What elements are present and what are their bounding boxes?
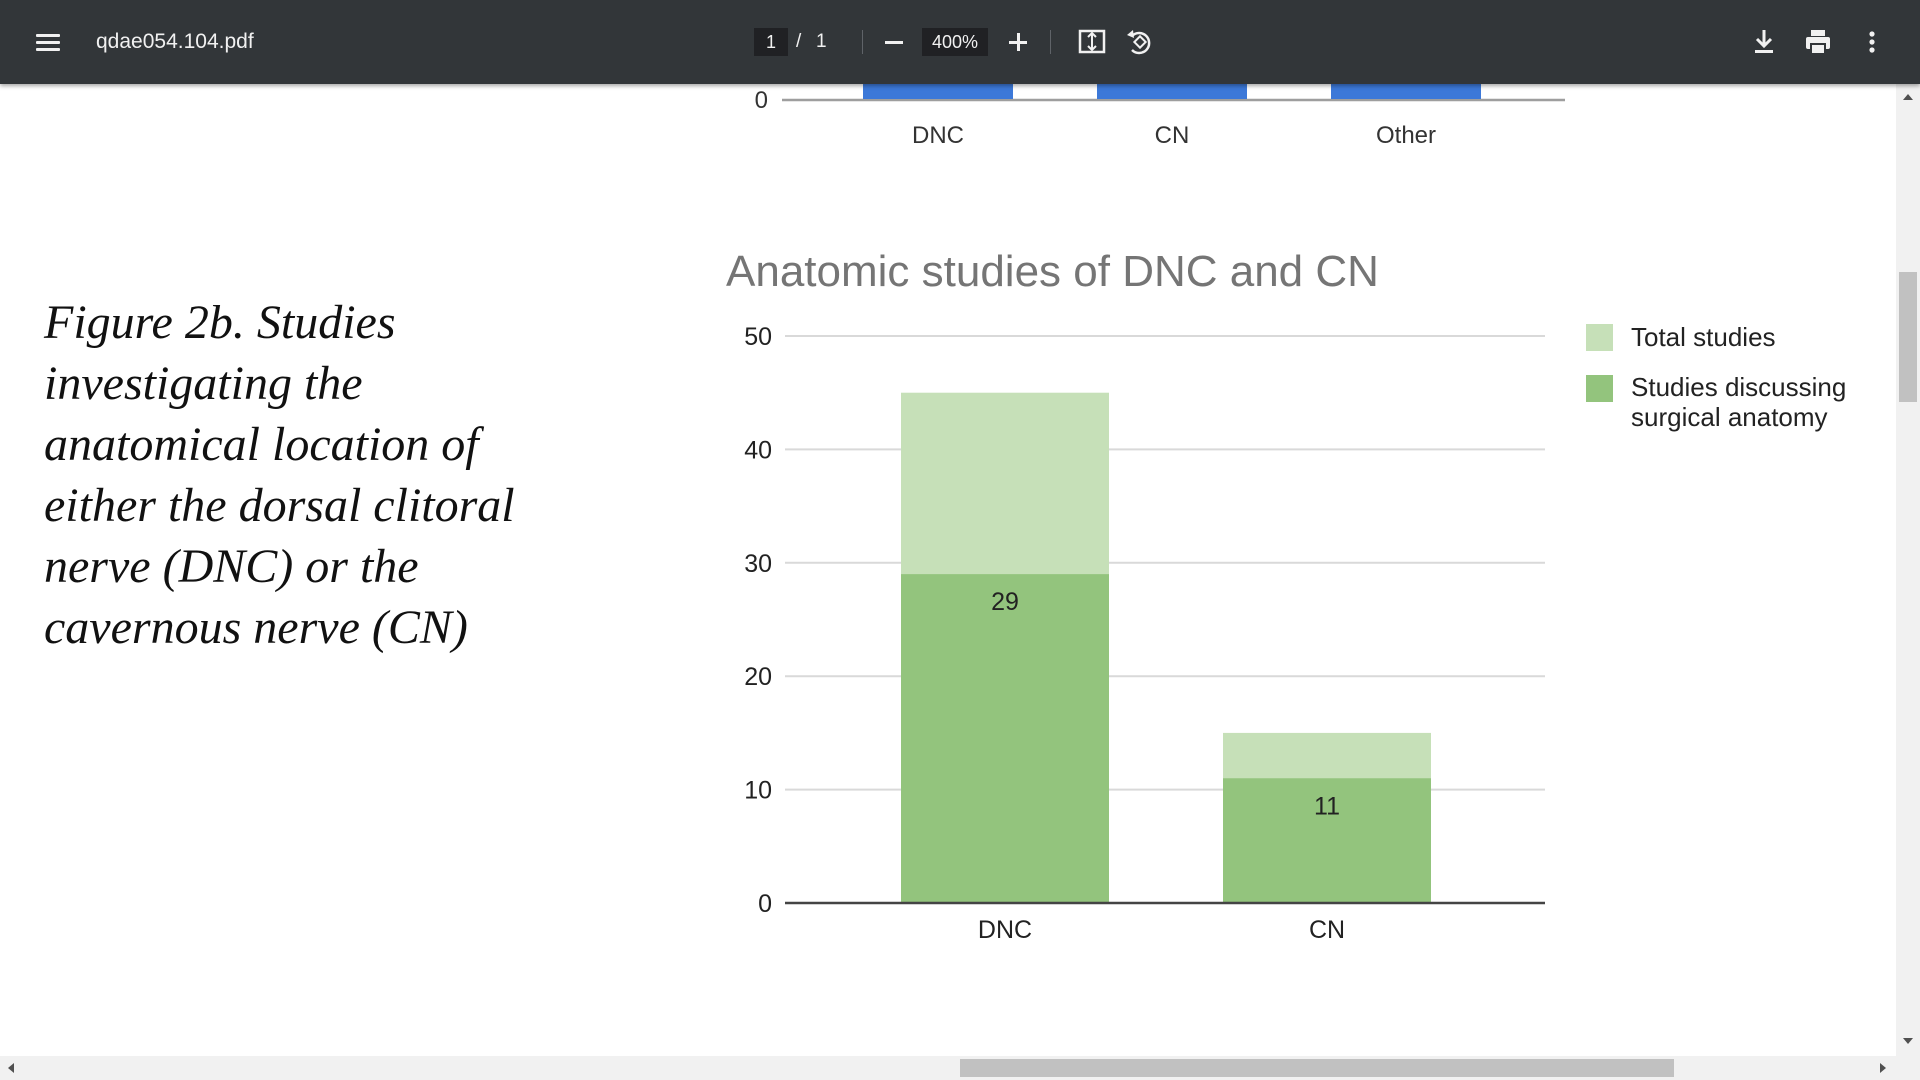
chart-title: Anatomic studies of DNC and CN xyxy=(726,247,1379,296)
prev-chart-bar xyxy=(1331,84,1481,99)
toolbar-divider xyxy=(862,30,863,54)
y-tick-label: 20 xyxy=(744,663,772,691)
prev-chart-x-label: Other xyxy=(1376,122,1436,149)
page-number-input[interactable] xyxy=(754,28,788,56)
scroll-up-icon[interactable] xyxy=(1903,94,1913,100)
legend-label: Total studies xyxy=(1631,322,1776,352)
prev-chart-y-tick: 0 xyxy=(755,87,768,114)
download-icon[interactable] xyxy=(1744,22,1784,62)
fit-to-page-icon[interactable] xyxy=(1072,22,1112,62)
prev-chart-bar xyxy=(1097,84,1247,99)
file-title: qdae054.104.pdf xyxy=(96,30,254,53)
plus-icon[interactable] xyxy=(1000,24,1036,60)
charts-canvas: 0 DNC CN Other Anatomic studies of DNC and C… xyxy=(726,84,1846,944)
y-tick-label: 30 xyxy=(744,550,772,578)
y-tick-label: 40 xyxy=(744,436,772,464)
page-total: 1 xyxy=(816,31,827,52)
prev-chart-x-label: DNC xyxy=(912,122,964,149)
page-separator: / xyxy=(796,31,802,52)
toolbar-divider xyxy=(1050,30,1051,54)
x-tick-label: CN xyxy=(1309,916,1345,944)
bar-data-label: 29 xyxy=(991,588,1019,616)
y-tick-label: 50 xyxy=(744,323,772,351)
bar-surgical-anatomy xyxy=(901,574,1109,903)
scroll-down-icon[interactable] xyxy=(1903,1038,1913,1044)
legend-swatch-total-studies xyxy=(1586,324,1613,351)
prev-chart-x-label: CN xyxy=(1155,122,1190,149)
y-tick-label: 10 xyxy=(744,777,772,805)
pdf-toolbar: qdae054.104.pdf / 1 xyxy=(0,0,1920,84)
prev-chart-bar xyxy=(863,84,1013,99)
x-tick-label: DNC xyxy=(978,916,1032,944)
more-vert-icon[interactable] xyxy=(1852,22,1892,62)
zoom-input[interactable] xyxy=(922,28,988,56)
horizontal-scroll-thumb[interactable] xyxy=(960,1059,1675,1077)
scroll-right-icon[interactable] xyxy=(1880,1063,1886,1073)
vertical-scroll-thumb[interactable] xyxy=(1899,271,1917,403)
legend-label: Studies discussing surgical anatomy xyxy=(1631,372,1846,432)
horizontal-scrollbar[interactable] xyxy=(0,1056,1920,1080)
vertical-scrollbar[interactable] xyxy=(1896,84,1920,1056)
menu-icon[interactable] xyxy=(30,26,66,58)
rotate-icon[interactable] xyxy=(1120,22,1160,62)
y-tick-label: 0 xyxy=(758,890,772,918)
minus-icon[interactable] xyxy=(876,24,912,60)
pdf-page: Figure 2b. Studies investigating the anato… xyxy=(0,84,1896,1056)
scroll-left-icon[interactable] xyxy=(8,1063,14,1073)
print-icon[interactable] xyxy=(1798,22,1838,62)
bar-data-label: 11 xyxy=(1314,792,1340,820)
legend-swatch-surgical-anatomy xyxy=(1586,375,1613,402)
